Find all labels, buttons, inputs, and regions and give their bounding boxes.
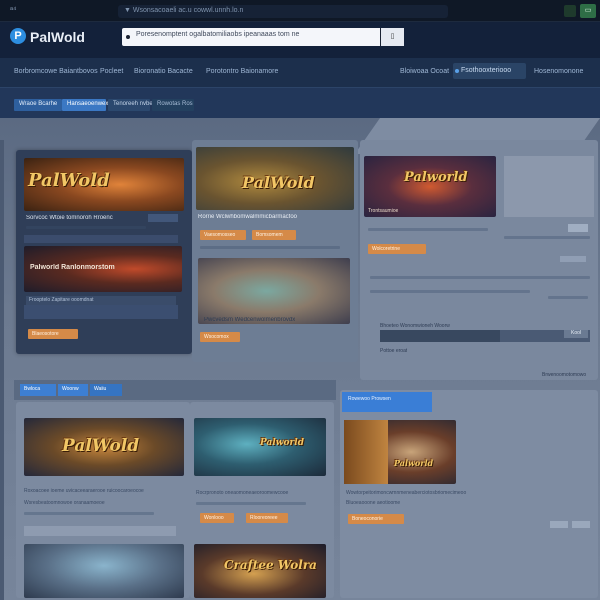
nav-link-5[interactable]: Bloiwoaa Ocoat [400,68,449,75]
book-spine-image [344,420,388,484]
search-input-text: Poresenomptent ogalbatomiliaobs ipeanaaa… [136,31,300,38]
thumbnail-logo-text: Palworld [260,438,304,448]
thumbnail-label: Trontsaumioe [368,208,399,214]
thumbnail-logo-text: Palworld [394,458,434,468]
nav-link-3[interactable]: Bioronatio Bacacte [134,68,193,75]
site-logo-text[interactable]: PalWold [30,29,85,45]
card-side-panel [504,156,594,217]
card-title[interactable]: Rorrie Wclwhbomwalmmicbarmacfoo [198,214,297,220]
game-thumbnail[interactable]: PalWold [196,147,354,210]
game-thumbnail-secondary[interactable] [24,544,184,598]
left-edge-bar [0,140,4,600]
card-info-row [24,305,178,319]
game-thumbnail-secondary[interactable]: Palworld Ranlonmorstom [24,246,182,292]
card-action-button-tertiary[interactable]: Wsocomox [200,332,240,342]
game-thumbnail-secondary[interactable]: Craftee Wolra [194,544,326,598]
card-text-line [548,296,588,299]
extension-icon[interactable] [564,5,576,17]
card-text-line [26,226,146,229]
nav-link-4[interactable]: Porotontro Baionamore [206,68,278,75]
card-chip[interactable]: Kool [564,330,588,338]
card-caption: Pwcvedsm Wedcenwolmenbrovdx [204,317,296,323]
thumbnail-caption: Palworld Ranlonmorstom [30,264,115,271]
nav-link-6[interactable]: Hosenomonone [534,68,583,75]
game-thumbnail[interactable]: Palworld [194,418,326,476]
card-info-row [24,526,176,536]
card-text-line [368,228,488,231]
card-action-button[interactable]: Blaeosotore [28,329,78,339]
browser-action-button[interactable]: ▭ [580,4,596,18]
card-chip[interactable] [550,521,568,528]
card-action-button-secondary[interactable]: Bomsomem [252,230,296,240]
filter-tab-2-active[interactable]: Hansaeoenwex [62,99,108,111]
thumbnail-logo-text: Palworld [404,170,468,185]
address-bar[interactable]: ▼ Wsonsacoaeli ac.u cowwl.unnh.lo.n [118,5,448,18]
thumbnail-logo-text: Craftee Wolra [224,558,317,572]
card-text-line [196,502,306,505]
card-description: Rocrpronoto oneaomoneaeoroomewcooe [196,490,289,496]
card-text-line [200,246,340,249]
card-text-line [370,290,530,293]
card-description-2: Bluoeaooone aeotioome [346,500,401,506]
card-text-line [370,276,590,279]
section-tab-1[interactable]: Bwloca [20,384,56,396]
card-text-line [504,236,590,239]
game-thumbnail-secondary[interactable] [198,258,350,324]
card-badge [568,224,588,232]
browser-label: ᵃ⁴ [10,5,17,14]
nav-link-1[interactable]: Borbromcowe Baiantbovos [14,68,98,75]
nav-link-2[interactable]: Pocleet [100,68,123,75]
card-info-label: Bhoeteo Wonomwioneh Woorw [380,323,450,329]
card-chip[interactable] [572,521,590,528]
game-thumbnail[interactable]: PalWold [24,418,184,476]
search-input[interactable]: Poresenomptent ogalbatomiliaobs ipeanaaa… [122,28,404,46]
filter-tab-4[interactable]: Rowotas Ros [152,99,194,111]
game-thumbnail[interactable]: PalWold [24,158,184,211]
search-icon [126,35,130,39]
card-tag [148,214,178,222]
thumbnail-logo-text: PalWold [242,173,315,192]
card-description: Wowtorpeitorimoncwmnmeneaberciotosbriome… [346,490,467,496]
section-tab-3[interactable]: Waiiu [90,384,122,396]
card-info-label: Brwenoomotomowo [542,372,587,378]
progress-bar-fill [380,330,500,342]
filter-tab-1[interactable]: Wraoe Bcarhe [14,99,62,111]
card-action-button[interactable]: Wonlooo [200,513,234,523]
search-button[interactable]: ▯ [380,28,404,46]
card-description-2: Wsresbeatoomnowoe oranaamoeoe [24,500,105,506]
card-meta-bar [24,235,178,243]
card-action-button-secondary[interactable]: Rlooreoreee [246,513,288,523]
thumbnail-logo-text: PalWold [28,170,110,191]
section-tab-2[interactable]: Woonw [58,384,88,396]
filter-tab-3[interactable]: Tenoreeh nvbe [108,99,153,111]
thumbnail-logo-text: PalWold [62,436,140,456]
card-header-banner[interactable]: Rowewoo Prowsen [342,392,432,412]
card-subtitle: Frooptelo Zapitare ooomdnat [26,296,176,305]
logo-icon[interactable]: P [10,28,26,44]
card-action-button[interactable]: Boneoconorie [348,514,404,524]
nav-pill-icon [455,69,459,73]
card-badge-secondary [560,256,586,262]
card-info-label: Pottoe eroat [380,348,408,354]
card-description: Roxoacoee ioeme uvicaceearaerooe ruicooc… [24,488,144,494]
card-action-button[interactable]: Wolcoretrine [368,244,426,254]
game-thumbnail[interactable]: Palworld Trontsaumioe [364,156,496,217]
card-action-button-primary[interactable]: Vaesomosseo [200,230,246,240]
nav-pill-label: Fsothooxteriooo [461,67,512,74]
nav-highlight-button[interactable]: Fsothooxteriooo [453,63,526,79]
card-text-line [24,512,154,515]
